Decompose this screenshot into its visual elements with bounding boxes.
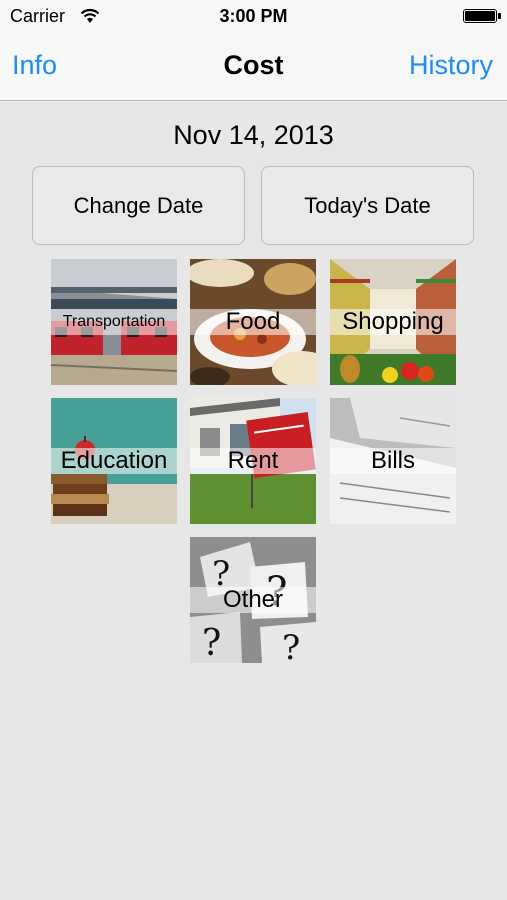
category-label: Education xyxy=(51,448,177,474)
category-tile-rent[interactable]: Rent xyxy=(190,398,316,524)
selected-date: Nov 14, 2013 xyxy=(173,120,334,150)
category-label: Other xyxy=(190,587,316,613)
category-tile-food[interactable]: Food xyxy=(190,259,316,385)
category-tile-other[interactable]: ? ? ? ? Other xyxy=(190,537,316,663)
svg-text:?: ? xyxy=(202,623,221,663)
todays-date-button[interactable]: Today's Date xyxy=(261,166,474,245)
battery-icon xyxy=(463,9,501,23)
status-time: 3:00 PM xyxy=(219,6,288,26)
category-label: Bills xyxy=(330,448,456,474)
category-tile-transportation[interactable]: Transportation xyxy=(51,259,177,385)
category-tile-bills[interactable]: Bills xyxy=(330,398,456,524)
category-tile-shopping[interactable]: Shopping xyxy=(330,259,456,385)
status-bar: Carrier 3:00 PM xyxy=(0,0,507,36)
category-label: Food xyxy=(190,309,316,335)
category-label: Rent xyxy=(190,448,316,474)
category-label: Transportation xyxy=(51,309,177,335)
svg-text:?: ? xyxy=(282,628,300,663)
change-date-label: Change Date xyxy=(73,192,204,218)
navigation-bar: Info Cost History xyxy=(0,36,507,101)
change-date-button[interactable]: Change Date xyxy=(32,166,245,245)
category-tile-education[interactable]: Education xyxy=(51,398,177,524)
category-label: Shopping xyxy=(330,309,456,335)
history-button[interactable]: History xyxy=(409,50,493,81)
todays-date-label: Today's Date xyxy=(304,192,431,218)
